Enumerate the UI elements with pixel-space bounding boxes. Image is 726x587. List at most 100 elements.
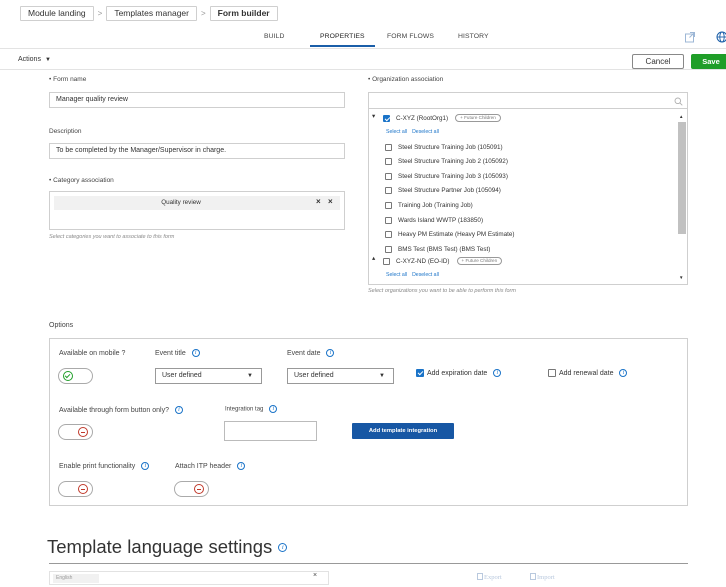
tab-build[interactable]: BUILD [264, 33, 285, 40]
clear-icon[interactable]: × [328, 197, 333, 206]
integration-tag-input[interactable] [224, 421, 317, 441]
checkbox-unchecked[interactable] [385, 216, 392, 224]
info-icon[interactable]: i [141, 462, 150, 470]
attach-itp-toggle[interactable] [174, 481, 209, 497]
org-child-row[interactable]: Steel Structure Training Job 3 (105093) [385, 170, 508, 182]
toggle-off-icon [78, 427, 88, 437]
breadcrumb-form-builder: Form builder [209, 6, 278, 21]
checkbox-unchecked[interactable] [383, 257, 390, 265]
info-icon[interactable]: i [191, 349, 200, 357]
info-icon[interactable]: i [269, 405, 278, 413]
category-chip: Quality review × × [54, 196, 340, 210]
actions-menu[interactable]: Actions ▼ [18, 56, 51, 63]
tab-properties[interactable]: PROPERTIES [310, 33, 375, 47]
org-child-label: Steel Structure Training Job 3 (105093) [398, 172, 508, 180]
org-second-row[interactable]: C-XYZ-ND (EO-ID) + Future Children [383, 255, 503, 267]
category-selector[interactable]: Quality review × × [49, 191, 345, 230]
org-child-row[interactable]: Heavy PM Estimate (Heavy PM Estimate) [385, 229, 515, 241]
enable-print-label: Enable print functionality i [59, 462, 150, 470]
export-link[interactable]: Export [477, 573, 502, 581]
cancel-button[interactable]: Cancel [632, 54, 684, 69]
org-child-row[interactable]: Steel Structure Partner Job (105094) [385, 185, 501, 197]
org-child-label: Steel Structure Partner Job (105094) [398, 187, 501, 195]
description-input[interactable]: To be completed by the Manager/Superviso… [49, 143, 345, 159]
attach-itp-label: Attach ITP header i [175, 462, 246, 470]
info-icon[interactable]: i [278, 543, 288, 552]
enable-print-toggle[interactable] [58, 481, 93, 497]
org-child-label: Steel Structure Training Job (105091) [398, 143, 503, 151]
org-child-label: Steel Structure Training Job 2 (105092) [398, 158, 508, 166]
organization-search-input[interactable] [368, 92, 688, 109]
form-name-input[interactable]: Manager quality review [49, 92, 345, 108]
deselect-all-link[interactable]: Deselect all [412, 129, 439, 135]
checkbox-unchecked[interactable] [385, 172, 392, 180]
toggle-on-icon [63, 371, 73, 381]
category-hint: Select categories you want to associate … [49, 234, 175, 240]
info-icon[interactable]: i [619, 369, 628, 377]
checkbox-checked[interactable] [416, 369, 424, 377]
info-icon[interactable]: i [237, 462, 246, 470]
tab-form-flows[interactable]: FORM FLOWS [387, 33, 434, 40]
organization-tree: ▾ C-XYZ (RootOrg1) + Future Children Sel… [368, 109, 688, 285]
event-title-select[interactable]: User defined ▼ [155, 368, 262, 384]
org-child-row[interactable]: Steel Structure Training Job 2 (105092) [385, 156, 508, 168]
org-child-label: BMS Test (BMS Test) (BMS Test) [398, 245, 491, 253]
clear-icon[interactable]: × [313, 572, 317, 579]
checkbox-unchecked[interactable] [385, 143, 392, 151]
form-name-label: • Form name [49, 76, 87, 83]
event-title-label: Event title i [155, 349, 200, 357]
scroll-up-arrow[interactable]: ▲ [679, 114, 683, 119]
checkbox-unchecked[interactable] [385, 201, 392, 209]
checkbox-unchecked[interactable] [385, 187, 392, 195]
checkbox-unchecked[interactable] [385, 231, 392, 239]
chevron-up-icon[interactable]: ▴ [372, 254, 375, 262]
org-child-label: Heavy PM Estimate (Heavy PM Estimate) [398, 231, 515, 239]
event-date-select[interactable]: User defined ▼ [287, 368, 394, 384]
globe-icon[interactable] [716, 31, 726, 43]
chevron-down-icon[interactable]: ▾ [372, 112, 375, 120]
share-external-icon[interactable] [684, 31, 696, 43]
future-children-pill[interactable]: + Future Children [456, 257, 503, 265]
org-child-row[interactable]: Wards Island WWTP (183850) [385, 214, 483, 226]
select-all-link[interactable]: Select all [386, 272, 407, 278]
add-expiration-date-checkbox[interactable]: Add expiration date i [416, 369, 502, 377]
info-icon[interactable]: i [326, 349, 335, 357]
org-child-row[interactable]: Training Job (Training Job) [385, 199, 473, 211]
checkbox-unchecked[interactable] [385, 245, 392, 253]
checkbox-unchecked[interactable] [385, 158, 392, 166]
org-child-label: Wards Island WWTP (183850) [398, 216, 484, 224]
template-language-title: Template language settings i [47, 536, 288, 558]
save-button[interactable]: Save [691, 54, 726, 69]
form-button-only-toggle[interactable] [58, 424, 93, 440]
checkbox-checked[interactable] [383, 114, 390, 122]
scroll-down-arrow[interactable]: ▼ [679, 275, 683, 280]
breadcrumb-module-landing[interactable]: Module landing [20, 6, 94, 21]
toggle-off-icon [78, 484, 88, 494]
form-button-only-label: Available through form button only? i [59, 406, 183, 414]
actions-label: Actions [18, 56, 41, 63]
remove-chip-icon[interactable]: × [316, 197, 321, 206]
select-all-link[interactable]: Select all [386, 129, 407, 135]
org-child-row[interactable]: BMS Test (BMS Test) (BMS Test) [385, 243, 490, 255]
scrollbar-thumb[interactable] [678, 122, 686, 234]
language-selector[interactable]: English × [49, 571, 329, 585]
export-icon [477, 573, 483, 580]
tab-history[interactable]: HISTORY [458, 33, 489, 40]
search-icon [674, 97, 683, 106]
info-icon[interactable]: i [493, 369, 502, 377]
breadcrumb-templates-manager[interactable]: Templates manager [106, 6, 197, 21]
org-root-row[interactable]: C-XYZ (RootOrg1) + Future Children [383, 112, 501, 124]
info-icon[interactable]: i [175, 406, 183, 414]
add-renewal-date-checkbox[interactable]: Add renewal date i [548, 369, 628, 377]
org-child-row[interactable]: Steel Structure Training Job (105091) [385, 141, 503, 153]
actions-divider [0, 69, 726, 70]
category-label: • Category association [49, 177, 114, 184]
options-title: Options [49, 322, 74, 329]
top-tabs: BUILD PROPERTIES FORM FLOWS HISTORY [0, 32, 726, 47]
deselect-all-link[interactable]: Deselect all [412, 272, 439, 278]
add-template-integration-button[interactable]: Add template integration [352, 423, 454, 439]
available-on-mobile-toggle[interactable] [58, 368, 93, 384]
future-children-pill[interactable]: + Future Children [455, 114, 501, 122]
import-link[interactable]: Import [530, 573, 555, 581]
checkbox-unchecked[interactable] [548, 369, 556, 377]
